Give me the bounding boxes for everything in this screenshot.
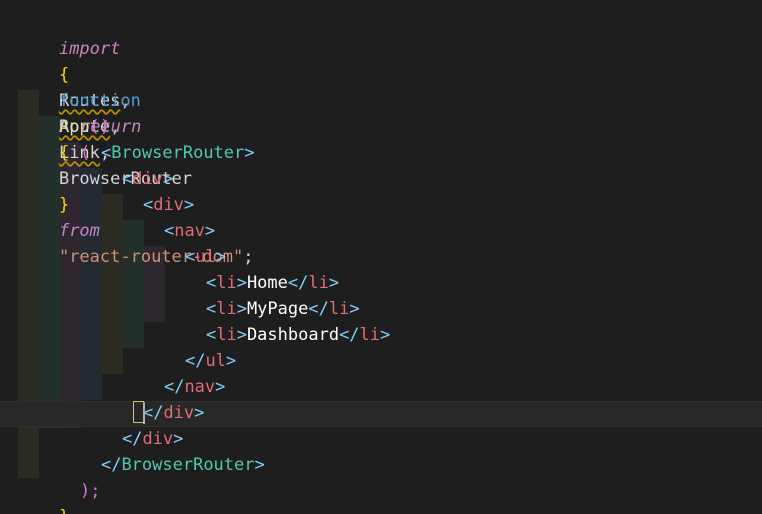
code-line-return[interactable]: return ( (39, 88, 141, 163)
code-line-li-home[interactable]: <li>Home</li> (165, 244, 339, 293)
code-line-ul-close[interactable]: </ul> (144, 322, 236, 371)
code-line-return-close[interactable]: ); (39, 452, 100, 501)
from-keyword: from (58, 221, 100, 241)
import-close-brace: } (58, 195, 70, 215)
code-line-li-mypage[interactable]: <li>MyPage</li> (165, 270, 360, 319)
code-line-div-outer-open[interactable]: <div> (81, 140, 173, 189)
code-line-browserrouter-open[interactable]: <BrowserRouter> (60, 114, 255, 163)
code-line-browserrouter-close[interactable]: </BrowserRouter> (60, 426, 265, 475)
code-line-import[interactable]: import { Routes, Route, Link, BrowserRou… (18, 10, 253, 267)
li-close-tag: li (359, 325, 381, 345)
code-line-div-inner-close[interactable]: </div> (102, 374, 204, 423)
code-line-function[interactable]: function App() { (18, 62, 141, 163)
code-line-ul-open[interactable]: <ul> (144, 218, 226, 267)
return-close-paren: ); (79, 481, 101, 501)
li-text-dashboard: Dashboard (246, 325, 340, 345)
text-cursor (143, 402, 145, 424)
browserrouter-close-tag: BrowserRouter (121, 455, 255, 475)
function-close-brace: } (59, 507, 69, 514)
code-editor[interactable]: import { Routes, Route, Link, BrowserRou… (0, 0, 762, 514)
code-line-nav-open[interactable]: <nav> (123, 192, 215, 241)
scrolled-previous-line (0, 0, 762, 4)
code-line-function-close[interactable]: } (18, 478, 69, 514)
import-keyword: import (58, 39, 121, 59)
code-line-nav-close[interactable]: </nav> (123, 348, 225, 397)
code-line-div-inner-open[interactable]: <div> (102, 166, 194, 215)
code-line-li-dashboard[interactable]: <li>Dashboard</li> (165, 296, 390, 345)
